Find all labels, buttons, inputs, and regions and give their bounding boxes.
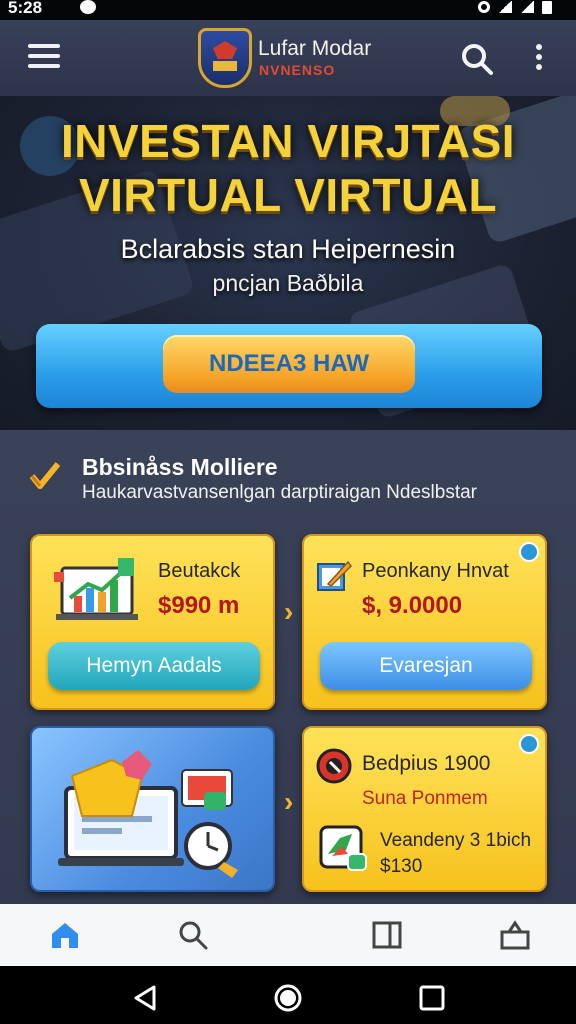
card-action-button[interactable]: Hemyn Aadals — [48, 642, 260, 690]
status-icons — [478, 0, 552, 14]
card-detail: Veandeny 3 1bich — [380, 830, 532, 851]
card-price: $, 9.0000 — [362, 592, 463, 619]
info-icon[interactable] — [519, 542, 539, 562]
search-icon[interactable] — [176, 918, 210, 952]
card-label: Bedpius 1900 — [362, 752, 491, 775]
card-label: Beutakck — [158, 560, 241, 582]
bag-icon[interactable] — [498, 918, 532, 952]
hero-title-line1: INVESTAN VIRJTASI — [60, 115, 516, 167]
home-button-icon[interactable] — [274, 984, 302, 1012]
card-sublabel: Suna Ponmem — [362, 788, 488, 809]
edit-note-icon — [317, 560, 352, 591]
hero-banner: INVESTAN VIRJTASI VIRTUAL VIRTUAL Bclara… — [0, 96, 576, 430]
investment-card[interactable]: Bedpius 1900 Suna Ponmem Veandeny 3 1bic… — [302, 726, 547, 892]
hero-subtitle-line2: pncjan Baðbila — [212, 270, 364, 296]
app-title: Lufar Modar — [258, 37, 372, 60]
hamburger-menu-icon[interactable] — [28, 44, 60, 72]
pencil-check-icon — [30, 462, 60, 489]
hero-cta-button[interactable]: NDEEA3 HAW — [163, 335, 415, 393]
search-icon[interactable] — [460, 42, 494, 76]
wifi-icon — [498, 1, 512, 13]
section-title: Bbsinåss Molliere — [82, 454, 278, 480]
chat-trend-icon — [319, 825, 367, 871]
recents-icon[interactable] — [418, 984, 446, 1012]
status-time: 5:28 — [8, 0, 43, 17]
chevron-right-icon: › — [284, 596, 294, 627]
section-description: Haukarvastvansenlgan darptiraigan Ndeslb… — [82, 482, 478, 503]
notification-icon — [80, 0, 96, 14]
investment-card[interactable]: Beutakck $990 m Hemyn Aadals — [30, 534, 275, 710]
card-price: $990 m — [158, 592, 240, 619]
settings-icon — [478, 1, 490, 13]
business-section: Bbsinåss Molliere Haukarvastvansenlgan d… — [0, 430, 576, 904]
badge-icon — [316, 748, 352, 784]
more-vert-icon[interactable] — [534, 44, 544, 74]
status-bar: 5:28 — [0, 0, 576, 20]
growth-chart-icon — [54, 558, 138, 620]
app-subtitle: NVNENSO — [259, 62, 336, 78]
laptop-gems-illustration — [58, 750, 238, 878]
hero-title-line2: VIRTUAL VIRTUAL — [78, 169, 498, 221]
card-detail-price: $130 — [380, 856, 423, 877]
card-label: Peonkany Hnvat — [362, 560, 509, 582]
home-icon[interactable] — [48, 918, 82, 952]
hero-subtitle-line1: Bclarabsis stan Heipernesin — [120, 234, 456, 264]
battery-icon — [542, 0, 552, 14]
app-bar: Lufar Modar NVNENSO — [0, 20, 576, 96]
back-icon[interactable] — [132, 984, 160, 1012]
info-icon[interactable] — [519, 734, 539, 754]
signal-icon — [520, 1, 534, 13]
chevron-right-icon: › — [284, 786, 294, 817]
card-action-button[interactable]: Evaresjan — [320, 642, 532, 690]
hero-cta-banner[interactable]: NDEEA3 HAW — [36, 324, 542, 408]
investment-card[interactable]: Peonkany Hnvat $, 9.0000 Evaresjan — [302, 534, 547, 710]
shield-logo-icon — [198, 28, 252, 88]
illustration-card[interactable] — [30, 726, 275, 892]
bottom-navigation — [0, 904, 576, 966]
tablet-icon[interactable] — [370, 918, 404, 952]
system-navigation-bar — [0, 966, 576, 1024]
